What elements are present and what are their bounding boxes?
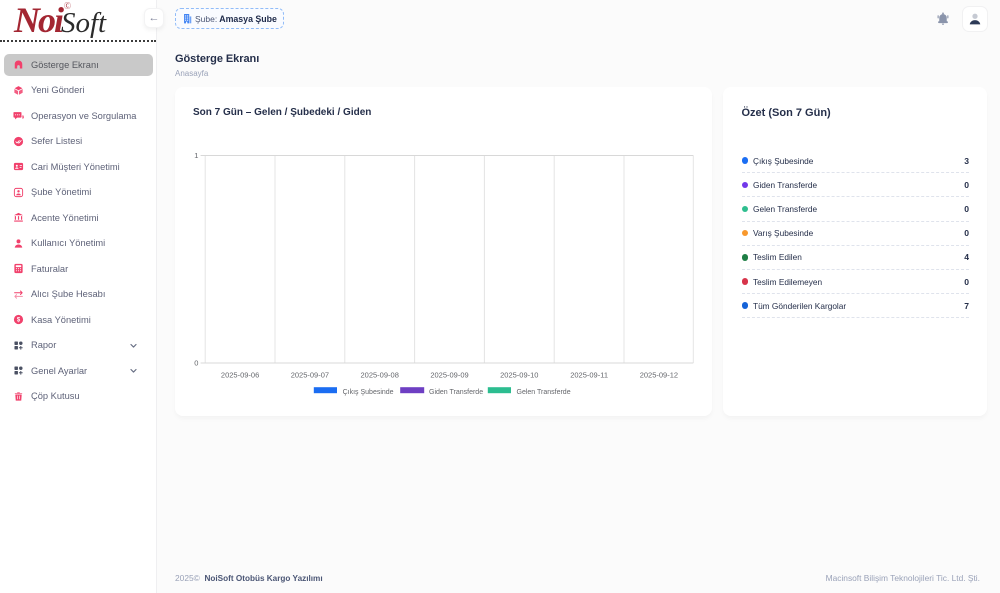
svg-text:2025-09-06: 2025-09-06 [221, 371, 259, 380]
svg-text:Gelen Transferde: Gelen Transferde [517, 389, 571, 396]
svg-text:2025-09-10: 2025-09-10 [500, 371, 538, 380]
svg-text:1: 1 [194, 151, 198, 160]
svg-text:9: 9 [22, 115, 24, 120]
svg-text:2025-09-09: 2025-09-09 [430, 371, 468, 380]
svg-text:2025-09-11: 2025-09-11 [570, 371, 608, 380]
svg-text:Çıkış Şubesinde: Çıkış Şubesinde [343, 389, 394, 396]
svg-text:2025-09-12: 2025-09-12 [640, 371, 678, 380]
svg-text:2025-09-08: 2025-09-08 [361, 371, 399, 380]
svg-text:2025-09-07: 2025-09-07 [291, 371, 329, 380]
svg-text:Giden Transferde: Giden Transferde [429, 389, 483, 396]
svg-text:0: 0 [194, 359, 198, 368]
